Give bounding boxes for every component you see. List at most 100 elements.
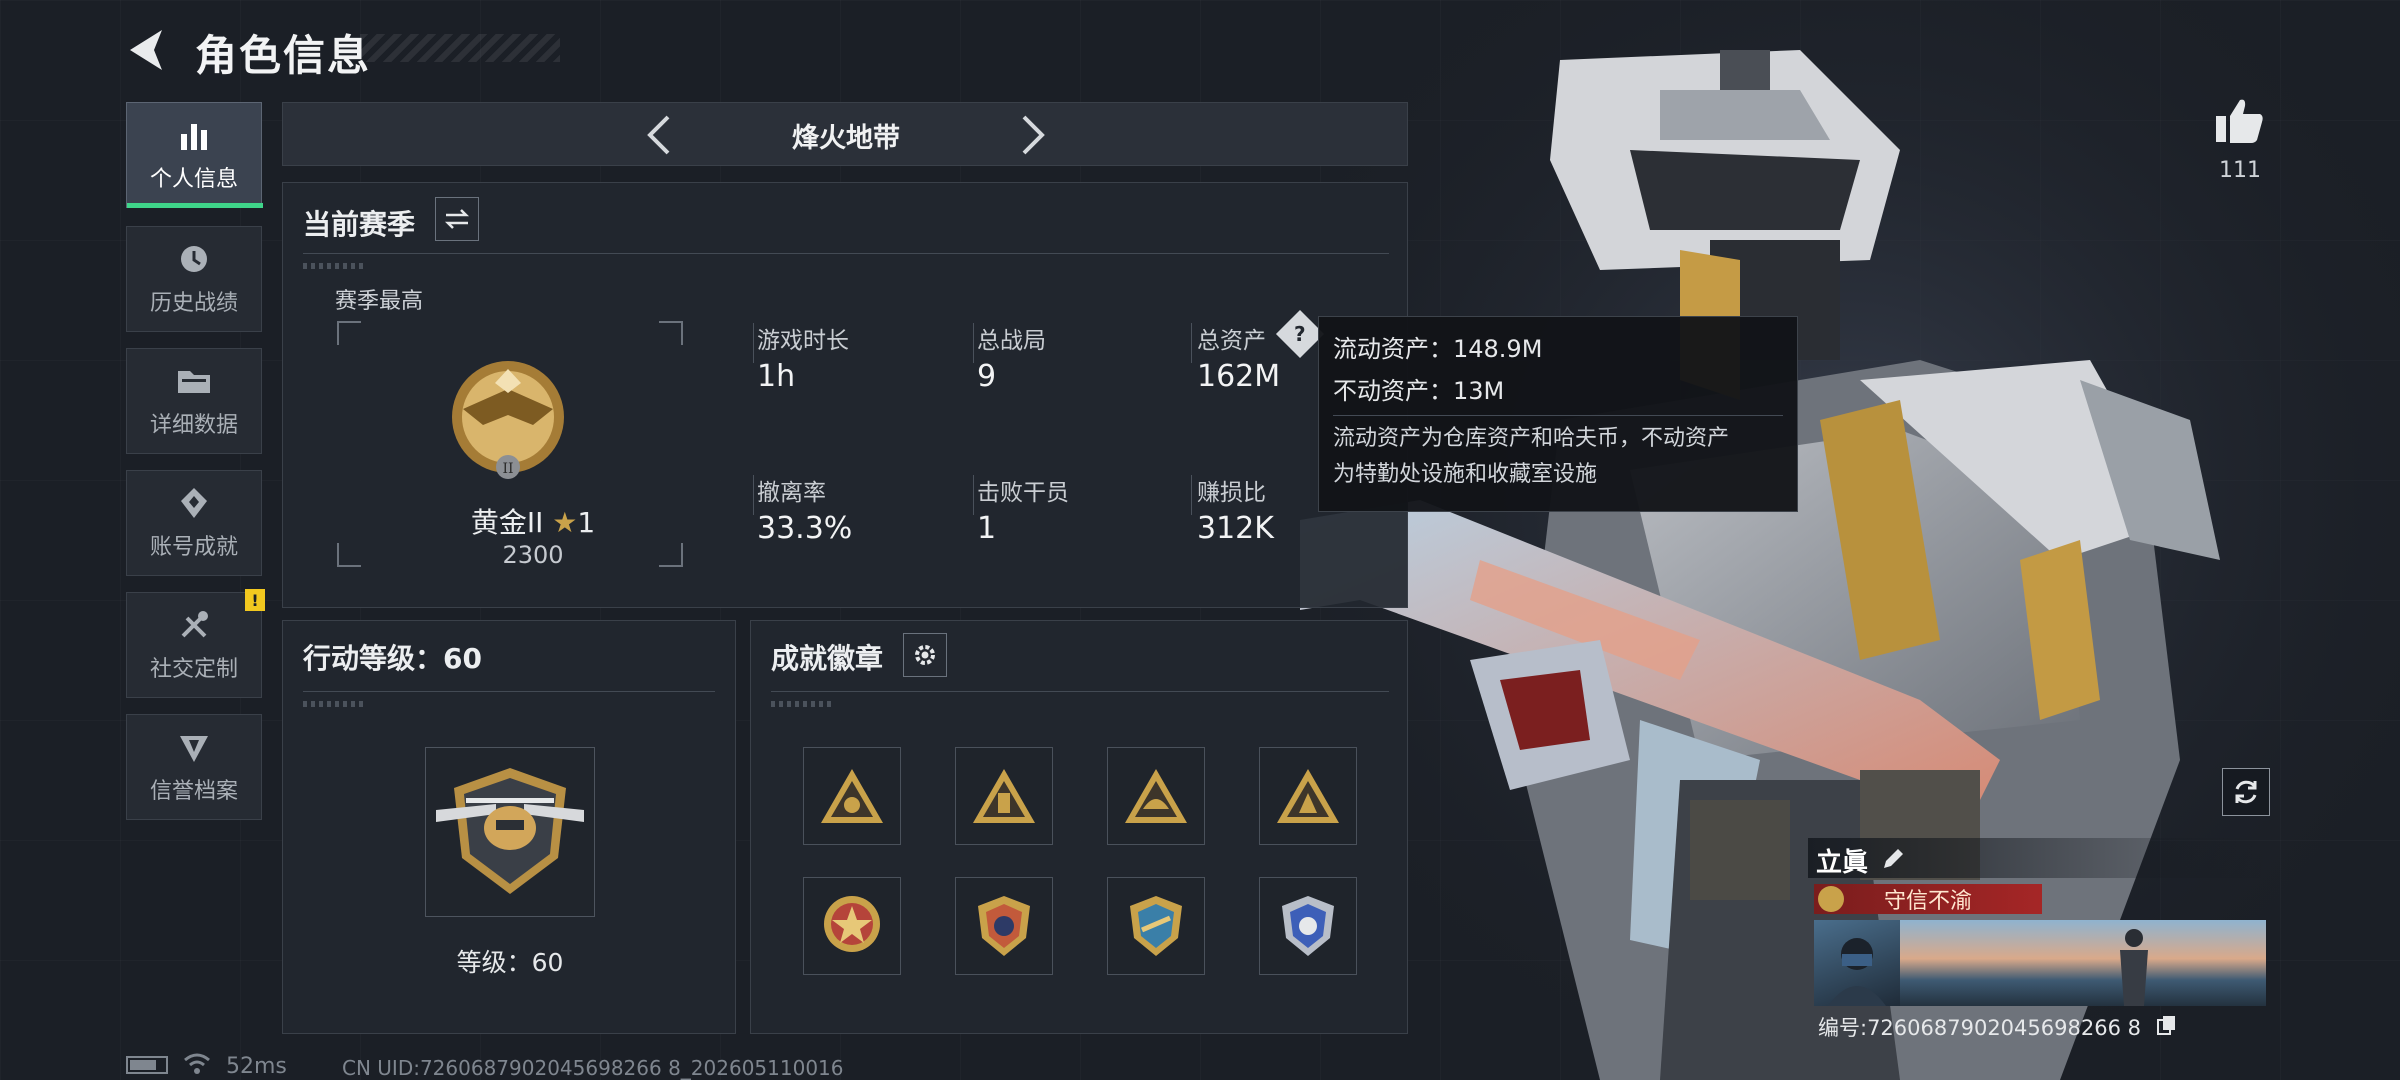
tooltip-description-line1: 流动资产为仓库资产和哈夫币，不动资产: [1333, 426, 1730, 451]
season-panel: 当前赛季 赛季最高 II 黄金II ★1 2300 游戏时长 1h 总战局 9 …: [282, 182, 1408, 608]
swap-icon: [444, 209, 470, 229]
achievement-badge[interactable]: [955, 747, 1053, 845]
divider: [753, 475, 754, 515]
crest-badge-icon: [1282, 896, 1334, 956]
stat-value: 1: [977, 511, 997, 546]
sidebar-item-social[interactable]: ! 社交定制: [126, 589, 265, 698]
achievement-badge[interactable]: [1259, 877, 1357, 975]
tooltip-liquid-assets: 流动资产：148.9M: [1333, 335, 1543, 363]
divider: [303, 253, 1389, 254]
round-badge-icon: [824, 896, 880, 952]
folder-icon: [174, 363, 214, 399]
sidebar-item-personal-info[interactable]: 个人信息: [126, 102, 263, 208]
warning-badge: !: [245, 589, 265, 611]
help-label: ?: [1294, 321, 1306, 346]
tools-icon: [174, 607, 214, 643]
triangle-badge-icon: [821, 769, 883, 823]
divider: [753, 323, 754, 363]
divider: [973, 323, 974, 363]
sidebar-item-label: 社交定制: [149, 657, 238, 682]
stat-value: 33.3%: [757, 511, 853, 546]
stat-value: 162M: [1197, 359, 1281, 394]
svg-text:II: II: [502, 461, 513, 477]
refresh-icon: [2235, 780, 2257, 804]
back-button[interactable]: [122, 26, 172, 74]
sidebar-item-details[interactable]: 详细数据: [126, 348, 262, 454]
achievement-badge[interactable]: [803, 747, 901, 845]
prev-mode-button[interactable]: [635, 111, 683, 159]
level-title: 行动等级：60: [303, 642, 482, 675]
rank-emblem-icon: II: [443, 349, 573, 493]
triangle-badge-icon: [1125, 769, 1187, 823]
decor-stripe: [303, 263, 363, 269]
badge-settings-button[interactable]: [903, 633, 947, 677]
stat-value: 1h: [757, 359, 796, 394]
assets-tooltip: 流动资产：148.9M 不动资产：13M 流动资产为仓库资产和哈夫币，不动资产 …: [1318, 316, 1798, 512]
back-arrow-icon: [130, 30, 162, 70]
card-banner-image: [1814, 920, 2266, 1006]
player-avatar[interactable]: [1814, 920, 1900, 1006]
achievement-icon: [174, 485, 214, 521]
helicopter-emblem-icon: [436, 768, 584, 894]
copy-id-button[interactable]: [2156, 1014, 2178, 1040]
sidebar-item-label: 详细数据: [149, 413, 238, 438]
divider: [1333, 415, 1783, 416]
stat-label: 撤离率: [757, 480, 826, 506]
stat-label: 游戏时长: [757, 328, 849, 354]
achievement-badge[interactable]: [803, 877, 901, 975]
chevron-right-icon: [1022, 115, 1045, 155]
refresh-button[interactable]: [2222, 768, 2270, 816]
sidebar-item-credit[interactable]: 信誉档案: [126, 714, 262, 820]
thumbs-up-icon: [2216, 99, 2263, 143]
banner-figure: [2104, 920, 2164, 1006]
next-mode-button[interactable]: [1009, 111, 1057, 159]
tooltip-description-line2: 为特勤处设施和收藏室设施: [1333, 462, 1598, 487]
rank-title: 黄金II ★1: [383, 501, 683, 541]
like-button[interactable]: [2200, 96, 2280, 152]
ping-readout: 52ms: [226, 1054, 287, 1079]
tooltip-fixed-assets: 不动资产：13M: [1333, 377, 1505, 405]
sidebar-item-label: 账号成就: [149, 535, 238, 560]
stat-value: 9: [977, 359, 997, 394]
mode-title: 烽火地带: [792, 122, 900, 154]
season-best-label: 赛季最高: [335, 289, 424, 314]
level-emblem-frame: [425, 747, 595, 917]
level-label: 等级：60: [456, 948, 564, 977]
star-icon: ★: [552, 506, 578, 539]
badges-panel: 成就徽章: [750, 620, 1408, 1034]
stat-label: 赚损比: [1197, 480, 1266, 506]
switch-season-button[interactable]: [435, 197, 479, 241]
mode-selector: 烽火地带: [282, 102, 1408, 166]
achievement-badge[interactable]: [955, 877, 1053, 975]
sidebar-item-label: 历史战绩: [149, 291, 238, 316]
rank-name: 黄金II: [470, 506, 544, 539]
sidebar-item-achievements[interactable]: 账号成就: [126, 470, 262, 576]
achievement-badge[interactable]: [1107, 747, 1205, 845]
sidebar-item-label: 个人信息: [149, 167, 238, 192]
help-icon[interactable]: ?: [1275, 309, 1325, 359]
sidebar-item-history[interactable]: 历史战绩: [126, 226, 262, 332]
divider: [1191, 475, 1192, 515]
uid-readout: CN UID:7260687902045698266 8_20260511001…: [342, 1056, 844, 1080]
achievement-badge[interactable]: [1107, 877, 1205, 975]
title-emblem-icon: [1818, 886, 1844, 912]
player-title: 守信不渝: [1814, 884, 2042, 914]
shield-icon: [174, 729, 214, 765]
season-title: 当前赛季: [303, 208, 416, 241]
player-name: 立眞: [1816, 848, 1869, 878]
badges-title: 成就徽章: [771, 642, 884, 675]
stat-label: 击败干员: [977, 480, 1069, 506]
edit-name-button[interactable]: [1880, 846, 1906, 876]
stat-label: 总资产: [1197, 328, 1266, 354]
divider: [1191, 323, 1192, 363]
rank-stars: 1: [577, 506, 596, 539]
title-decoration: [360, 34, 560, 62]
frame-corner: [659, 321, 683, 345]
stat-value: 312K: [1197, 511, 1274, 546]
decor-stripe: [303, 701, 363, 707]
sidebar-item-label: 信誉档案: [149, 779, 238, 804]
achievement-badge[interactable]: [1259, 747, 1357, 845]
player-title-text: 守信不渝: [1883, 889, 1972, 914]
player-id: 编号:7260687902045698266 8: [1818, 1016, 2141, 1040]
divider: [303, 691, 715, 692]
